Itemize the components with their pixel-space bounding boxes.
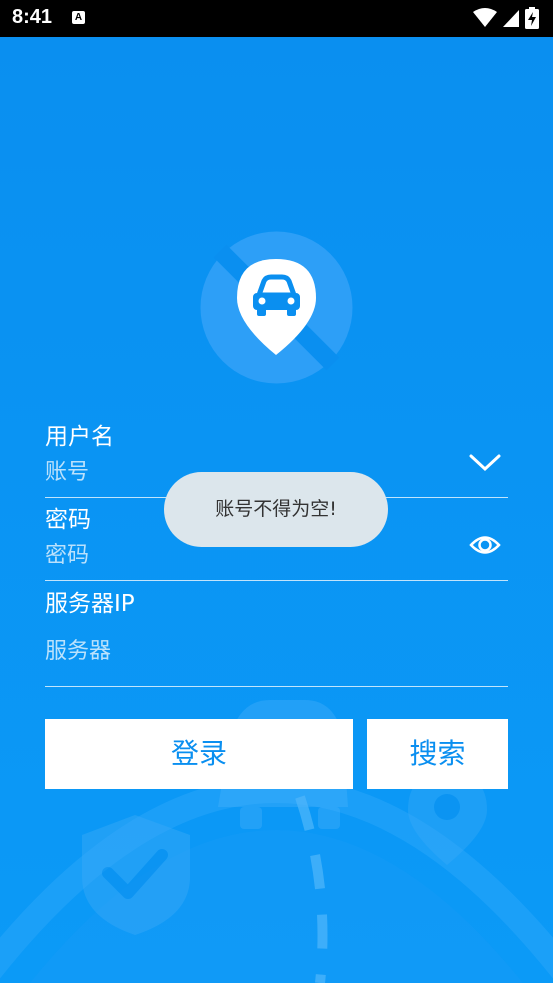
toast-message: 账号不得为空!: [164, 472, 388, 547]
cell-signal-icon: [502, 10, 519, 27]
chevron-down-icon[interactable]: [468, 452, 502, 474]
password-divider: [45, 580, 508, 581]
status-time: 8:41: [12, 6, 53, 28]
car-location-pin-icon: [200, 231, 353, 384]
search-button[interactable]: 搜索: [367, 719, 508, 789]
username-label: 用户名: [45, 424, 114, 450]
wifi-icon: [472, 8, 497, 27]
password-label: 密码: [45, 507, 91, 533]
server-ip-label: 服务器IP: [45, 591, 135, 617]
server-divider: [45, 686, 508, 687]
login-button[interactable]: 登录: [45, 719, 353, 789]
status-bar: 8:41 A: [0, 0, 553, 37]
server-input[interactable]: [45, 633, 465, 669]
accessibility-a-icon: A: [72, 11, 85, 24]
status-icons: [472, 7, 539, 29]
eye-icon[interactable]: [469, 532, 501, 558]
battery-charging-icon: [525, 7, 539, 29]
